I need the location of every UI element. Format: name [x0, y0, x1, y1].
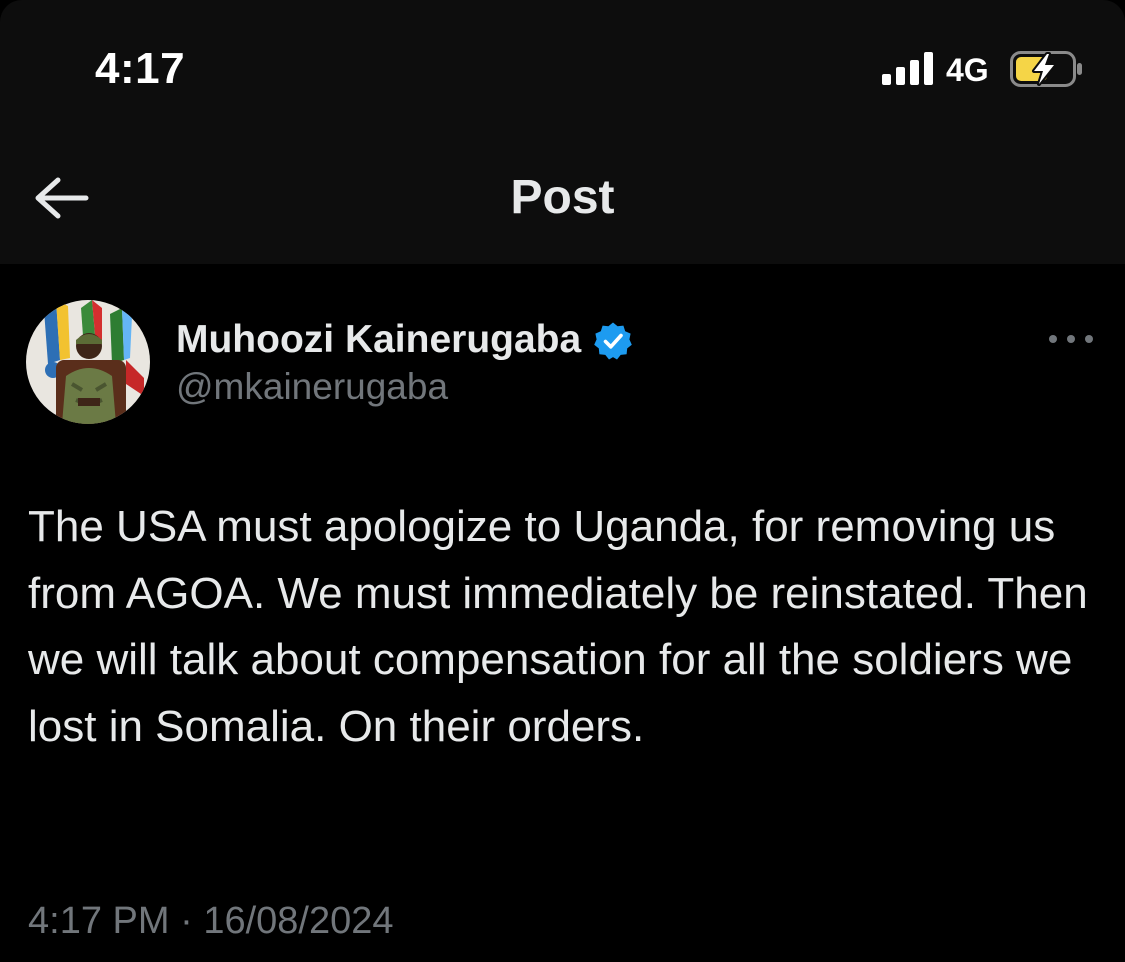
app-frame: 4:17 4G Post Muhoozi Kainerugaba @mkaine… [0, 0, 1125, 962]
page-title: Post [510, 171, 615, 224]
post-time[interactable]: 4:17 PM [28, 900, 170, 943]
verified-badge-icon [594, 322, 632, 360]
battery-charging-icon [1010, 51, 1082, 87]
avatar[interactable] [26, 300, 150, 424]
signal-icon [882, 52, 933, 85]
author-name-row[interactable]: Muhoozi Kainerugaba [176, 314, 633, 366]
post-date[interactable]: 16/08/2024 [203, 900, 393, 943]
author-display-name[interactable]: Muhoozi Kainerugaba [176, 318, 581, 362]
top-bar: 4:17 4G Post [0, 0, 1125, 264]
meta-separator: · [169, 900, 204, 942]
status-time: 4:17 [95, 44, 186, 93]
post-timestamp[interactable]: 4:17 PM · 16/08/2024 [28, 900, 394, 943]
network-label: 4G [946, 52, 989, 88]
post-text: The USA must apologize to Uganda, for re… [28, 502, 1088, 751]
more-dots-icon[interactable] [1046, 324, 1096, 354]
author-handle[interactable]: @mkainerugaba [176, 366, 448, 408]
